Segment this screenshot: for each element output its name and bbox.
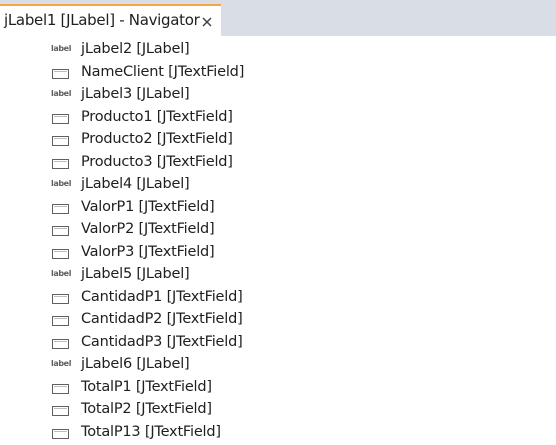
tree-item-label: ValorP3 [JTextField] [81,243,215,260]
tree-item-label: jLabel4 [JLabel] [81,176,190,192]
textfield-icon [52,383,69,394]
textfield-icon [52,338,69,349]
tree-item-label: Producto1 [JTextField] [81,108,233,125]
textfield-icon [52,248,69,259]
textfield-icon [52,158,69,169]
tree-item-label: CantidadP3 [JTextField] [81,333,243,350]
tree-item-label: jLabel3 [JLabel] [81,86,190,102]
textfield-icon [52,68,69,79]
tree-item-label: jLabel2 [JLabel] [81,41,190,57]
component-tree: label jLabel2 [JLabel] NameClient [JTextFi… [0,36,556,445]
textfield-icon [52,316,69,326]
label-icon: label [51,179,72,188]
navigator-window: jLabel1 [JLabel] - Navigator label jLabel… [0,0,556,445]
tree-item-label: CantidadP1 [JTextField] [81,288,243,305]
tree-item[interactable]: NameClient [JTextField] [0,63,556,85]
tree-item[interactable]: ValorP1 [JTextField] [0,198,556,220]
tree-item[interactable]: ValorP3 [JTextField] [0,243,556,265]
label-icon: label [51,269,72,278]
textfield-icon [52,113,69,124]
tree-item-label: NameClient [JTextField] [81,63,245,80]
close-icon[interactable] [199,14,215,30]
textfield-icon [52,293,69,304]
tree-item[interactable]: TotalP13 [JTextField] [0,423,556,445]
tree-item[interactable]: Producto2 [JTextField] [0,130,556,152]
tree-item[interactable]: TotalP1 [JTextField] [0,378,556,400]
tab-navigator[interactable]: jLabel1 [JLabel] - Navigator [0,4,221,36]
tree-item[interactable]: label jLabel6 [JLabel] [0,355,556,377]
label-icon: label [51,359,72,368]
tree-item[interactable]: Producto3 [JTextField] [0,153,556,175]
tree-item-label: TotalP2 [JTextField] [81,401,212,417]
textfield-icon [52,226,69,236]
tree-item[interactable]: label jLabel5 [JLabel] [0,265,556,287]
textfield-icon [52,406,69,416]
tree-item[interactable]: label jLabel3 [JLabel] [0,85,556,107]
tree-item[interactable]: ValorP2 [JTextField] [0,220,556,242]
tree-item[interactable]: CantidadP1 [JTextField] [0,288,556,310]
tab-title: jLabel1 [JLabel] - Navigator [4,11,200,29]
tab-bar: jLabel1 [JLabel] - Navigator [0,0,556,36]
textfield-icon [52,428,69,439]
tree-item[interactable]: label jLabel4 [JLabel] [0,175,556,197]
tree-item-label: TotalP1 [JTextField] [81,378,212,395]
textfield-icon [52,136,69,146]
tree-item-label: jLabel5 [JLabel] [81,266,190,282]
tree-item-label: ValorP1 [JTextField] [81,198,215,215]
tree-item-label: TotalP13 [JTextField] [81,423,221,440]
tree-item[interactable]: CantidadP3 [JTextField] [0,333,556,355]
tree-item-label: Producto2 [JTextField] [81,131,233,147]
tree-item[interactable]: TotalP2 [JTextField] [0,400,556,422]
tree-item-label: ValorP2 [JTextField] [81,221,215,237]
textfield-icon [52,203,69,214]
tree-item[interactable]: label jLabel2 [JLabel] [0,40,556,62]
tree-item-label: Producto3 [JTextField] [81,153,233,170]
tree-item-label: CantidadP2 [JTextField] [81,311,243,327]
tree-item[interactable]: CantidadP2 [JTextField] [0,310,556,332]
label-icon: label [51,89,72,98]
label-icon: label [51,44,72,53]
tree-item-label: jLabel6 [JLabel] [81,356,190,372]
tree-item[interactable]: Producto1 [JTextField] [0,108,556,130]
